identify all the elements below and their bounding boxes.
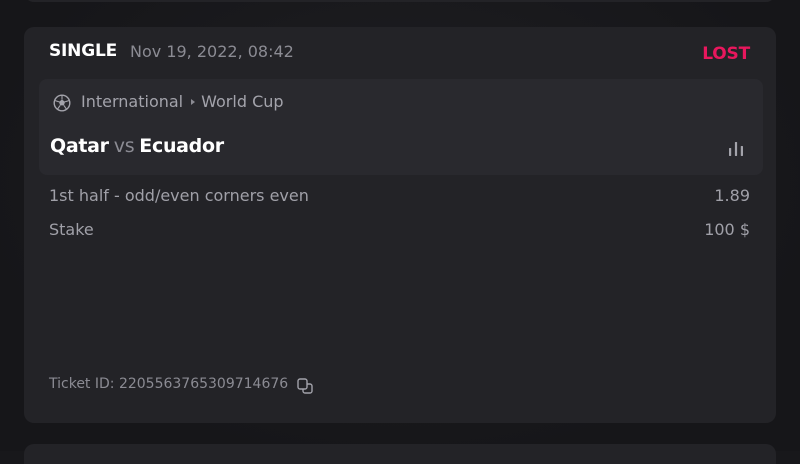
- breadcrumb-category: International: [81, 92, 184, 111]
- breadcrumb-arrow-icon: [191, 98, 196, 105]
- selection-odds: 1.89: [714, 186, 750, 205]
- stake-value: 100 $: [704, 220, 750, 239]
- bet-date: Nov 19, 2022, 08:42: [130, 42, 294, 61]
- next-ticket-card: [24, 444, 776, 464]
- copy-icon[interactable]: [296, 377, 314, 395]
- event-panel[interactable]: International World Cup Qatar vs Ecuador: [39, 79, 763, 175]
- home-team: Qatar: [50, 135, 109, 157]
- bet-ticket-card: SINGLE Nov 19, 2022, 08:42 LOST Internat…: [24, 27, 776, 423]
- breadcrumb-league: World Cup: [201, 92, 284, 111]
- versus-label: vs: [113, 135, 135, 157]
- bar-chart-icon[interactable]: [727, 141, 745, 157]
- league-breadcrumb: International World Cup: [81, 92, 284, 111]
- bet-type-label: SINGLE: [49, 41, 117, 61]
- ticket-id: Ticket ID: 2205563765309714676: [49, 376, 289, 392]
- match-title: Qatar vs Ecuador: [50, 135, 224, 157]
- selection-market: 1st half - odd/even corners even: [49, 186, 309, 205]
- bet-status-badge: LOST: [702, 44, 750, 64]
- stake-label: Stake: [49, 220, 94, 239]
- soccer-ball-icon: [53, 94, 71, 112]
- previous-ticket-card: [24, 0, 776, 2]
- away-team: Ecuador: [139, 135, 224, 157]
